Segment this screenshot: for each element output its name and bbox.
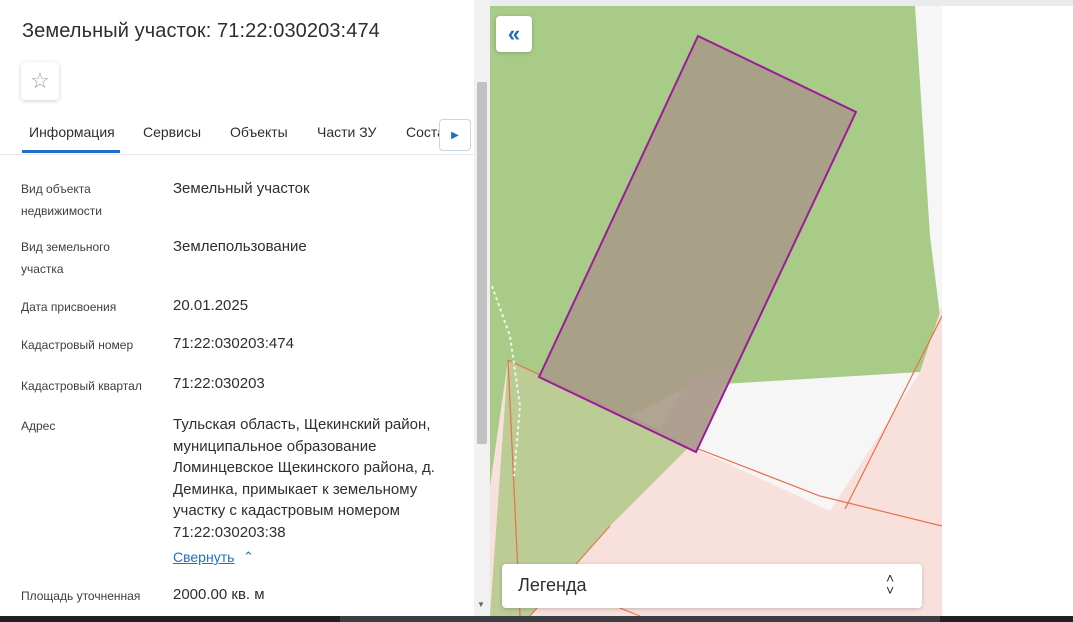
legend-label: Легенда [518,575,587,595]
scroll-down-arrow-icon[interactable]: ▼ [477,600,485,609]
scrollbar-thumb[interactable] [477,82,487,444]
page-title: Земельный участок: 71:22:030203:474 [22,20,380,42]
empty-area [942,6,1073,616]
up-down-chevron-icon[interactable]: ˄ ˅ [886,571,894,597]
legend-bar[interactable]: Легенда ˄ ˅ [502,564,922,608]
tab-parts[interactable]: Части ЗУ [317,124,376,140]
field-value-address: Тульская область, Щекинский район, муниц… [173,416,435,541]
collapse-panel-button[interactable]: « [496,16,532,52]
chevron-up-icon[interactable]: ⌃ [243,549,254,565]
panel-scrollbar[interactable]: ▼ [474,0,490,616]
tab-bar: Информация Сервисы Объекты Части ЗУ Сост… [0,112,474,155]
field-value-date: 20.01.2025 [173,297,249,314]
tabs-next-button[interactable]: ▶ [439,119,471,151]
tab-objects[interactable]: Объекты [230,124,288,140]
favorite-button[interactable]: ☆ [21,62,59,100]
info-panel: Земельный участок: 71:22:030203:474 ☆ Ин… [0,0,490,616]
map-canvas[interactable] [490,6,942,616]
tab-services[interactable]: Сервисы [143,124,201,140]
field-label-land-type: Вид земельного участка [21,240,110,276]
field-label-object-type: Вид объекта недвижимости [21,182,102,218]
star-icon: ☆ [30,68,50,93]
collapse-address-link[interactable]: Свернуть [173,549,234,565]
triangle-right-icon: ▶ [451,129,459,141]
field-label-area: Площадь уточненная [21,589,141,603]
field-value-cadastral-number: 71:22:030203:474 [173,335,294,352]
tab-information[interactable]: Информация [29,124,115,140]
active-tab-indicator [22,150,120,153]
field-label-cadastral-number: Кадастровый номер [21,338,134,352]
field-value-land-type: Землепользование [173,238,307,255]
taskbar-strip [0,616,1073,622]
field-label-cadastral-quarter: Кадастровый квартал [21,379,142,393]
field-value-object-type: Земельный участок [173,180,310,197]
double-chevron-left-icon: « [507,21,521,46]
field-value-area: 2000.00 кв. м [173,586,265,603]
field-value-cadastral-quarter: 71:22:030203 [173,375,265,392]
field-label-address: Адрес [21,419,56,433]
map-view[interactable] [490,6,942,616]
field-label-date: Дата присвоения [21,300,117,314]
